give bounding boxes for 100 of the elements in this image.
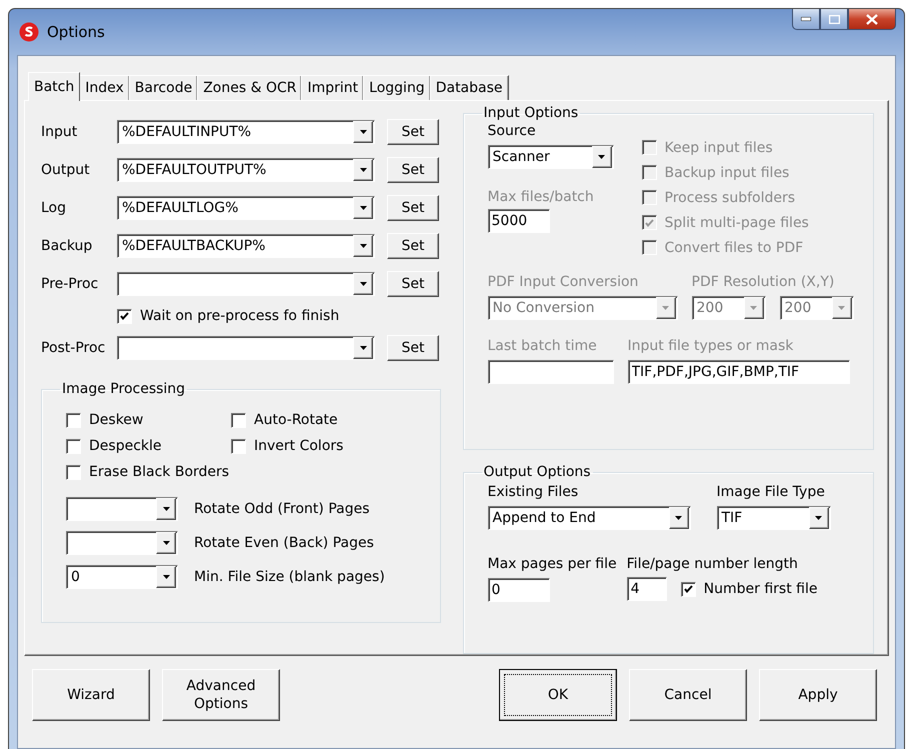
dialog-button[interactable]: Advanced Options <box>162 669 280 721</box>
dropdown-field[interactable]: Scanner <box>488 145 614 169</box>
checkbox-label: Auto-Rotate <box>254 412 338 428</box>
checkbox-label: Convert files to PDF <box>664 240 804 256</box>
group-title: Image Processing <box>61 381 186 397</box>
checkbox[interactable] <box>66 438 81 454</box>
dropdown-button[interactable] <box>808 507 828 529</box>
checkbox-label: Process subfolders <box>664 190 796 206</box>
dropdown-arrow-icon <box>815 516 822 520</box>
dropdown-button[interactable] <box>353 197 373 219</box>
dropdown-arrow-icon <box>360 168 366 172</box>
checkbox-label: Number first file <box>704 581 818 597</box>
dropdown-arrow-icon <box>162 575 170 579</box>
field-label: Input <box>41 124 78 140</box>
close-button[interactable] <box>848 9 896 30</box>
dropdown-arrow-icon <box>360 130 366 134</box>
checkbox-label: Backup input files <box>664 164 790 180</box>
checkmark-icon <box>120 312 129 320</box>
dropdown-button[interactable] <box>156 566 176 588</box>
dropdown-button[interactable] <box>592 146 612 168</box>
dropdown-button[interactable] <box>353 121 373 143</box>
dropdown-button[interactable] <box>156 498 176 520</box>
checkbox[interactable] <box>231 438 246 454</box>
checkbox[interactable] <box>66 412 81 428</box>
dropdown-field[interactable]: Append to End <box>488 506 690 530</box>
dropdown-button[interactable] <box>668 507 688 529</box>
tab[interactable]: Imprint <box>301 75 364 100</box>
field-label: Source <box>488 123 537 139</box>
field-label: Max files/batch <box>488 189 594 205</box>
dropdown-field[interactable] <box>66 497 178 521</box>
dropdown-arrow-icon <box>675 516 682 520</box>
tab[interactable]: Zones & OCR <box>197 75 302 100</box>
field-label: Input file types or mask <box>628 338 794 354</box>
field-label: PDF Resolution (X,Y) <box>692 274 836 290</box>
field-label: PDF Input Conversion <box>488 274 640 290</box>
dropdown-field[interactable]: %DEFAULTOUTPUT% <box>117 158 375 182</box>
dropdown-field[interactable]: %DEFAULTBACKUP% <box>117 234 375 258</box>
dialog-button[interactable]: Apply <box>759 669 877 721</box>
checkbox[interactable] <box>680 582 696 596</box>
field-label: Backup <box>41 238 92 254</box>
dropdown-button[interactable] <box>353 273 373 295</box>
set-button[interactable]: Set <box>387 157 439 183</box>
dropdown-field[interactable]: TIF <box>716 506 830 530</box>
dropdown-field[interactable] <box>117 272 375 296</box>
max-pages-field[interactable]: 0 <box>488 578 550 602</box>
tab[interactable]: Logging <box>363 75 431 100</box>
set-button[interactable]: Set <box>387 271 439 297</box>
checkbox-label: Deskew <box>89 412 144 428</box>
dropdown-field[interactable]: 0 <box>66 565 178 589</box>
dropdown-arrow-icon <box>360 282 366 286</box>
dropdown-arrow-icon <box>360 346 366 350</box>
minimize-button[interactable] <box>792 9 820 30</box>
checkbox-label: Keep input files <box>664 140 773 156</box>
dropdown-arrow-icon <box>360 244 366 248</box>
dropdown-button[interactable] <box>353 159 373 181</box>
tab[interactable]: Barcode <box>128 75 198 100</box>
checkbox-label: Invert Colors <box>254 438 344 454</box>
field-label: Log <box>41 200 66 216</box>
checkbox[interactable] <box>66 464 81 480</box>
checkbox[interactable] <box>231 412 246 428</box>
set-button[interactable]: Set <box>387 335 439 361</box>
set-button[interactable]: Set <box>387 119 439 145</box>
checkbox-label: Erase Black Borders <box>89 464 230 480</box>
last-batch-time-field[interactable] <box>488 360 614 384</box>
field-label: Pre-Proc <box>41 276 98 292</box>
dropdown-field[interactable]: %DEFAULTLOG% <box>117 196 375 220</box>
checkbox[interactable] <box>117 308 132 324</box>
app-logo-icon <box>19 22 39 42</box>
dropdown-arrow-icon <box>662 306 669 310</box>
field-label: Rotate Odd (Front) Pages <box>194 501 370 517</box>
tab[interactable]: Index <box>79 75 130 100</box>
set-button[interactable]: Set <box>387 195 439 221</box>
minimize-icon <box>801 17 811 21</box>
number-length-field[interactable]: 4 <box>626 577 667 601</box>
dropdown-arrow-icon <box>162 507 170 511</box>
dialog-button[interactable]: OK <box>499 669 617 721</box>
dropdown-button[interactable] <box>353 235 373 257</box>
field-label: Image File Type <box>716 484 826 500</box>
set-button[interactable]: Set <box>387 233 439 259</box>
dropdown-arrow-icon <box>838 306 845 310</box>
tab[interactable]: Database <box>430 75 509 100</box>
dropdown-field[interactable] <box>66 531 178 555</box>
dropdown-button[interactable] <box>353 337 373 359</box>
field-label: Rotate Even (Back) Pages <box>194 535 374 551</box>
checkbox-label: Split multi-page files <box>664 214 809 230</box>
dropdown-arrow-icon <box>598 155 605 159</box>
maximize-icon <box>828 14 840 24</box>
dropdown-button[interactable] <box>156 532 176 554</box>
tab[interactable]: Batch <box>28 72 80 101</box>
field-label: Output <box>41 162 90 178</box>
field-label: Existing Files <box>488 484 580 500</box>
dropdown-field[interactable]: %DEFAULTINPUT% <box>117 120 375 144</box>
field-label: Max pages per file <box>488 556 617 572</box>
dialog-button[interactable]: Cancel <box>629 669 747 721</box>
field-label: Post-Proc <box>41 340 106 356</box>
dialog-button[interactable]: Wizard <box>32 669 150 721</box>
dropdown-arrow-icon <box>360 206 366 210</box>
maximize-button[interactable] <box>820 9 848 30</box>
checkbox-label: Wait on pre-process fo finish <box>140 308 340 324</box>
dropdown-field[interactable] <box>117 336 375 360</box>
